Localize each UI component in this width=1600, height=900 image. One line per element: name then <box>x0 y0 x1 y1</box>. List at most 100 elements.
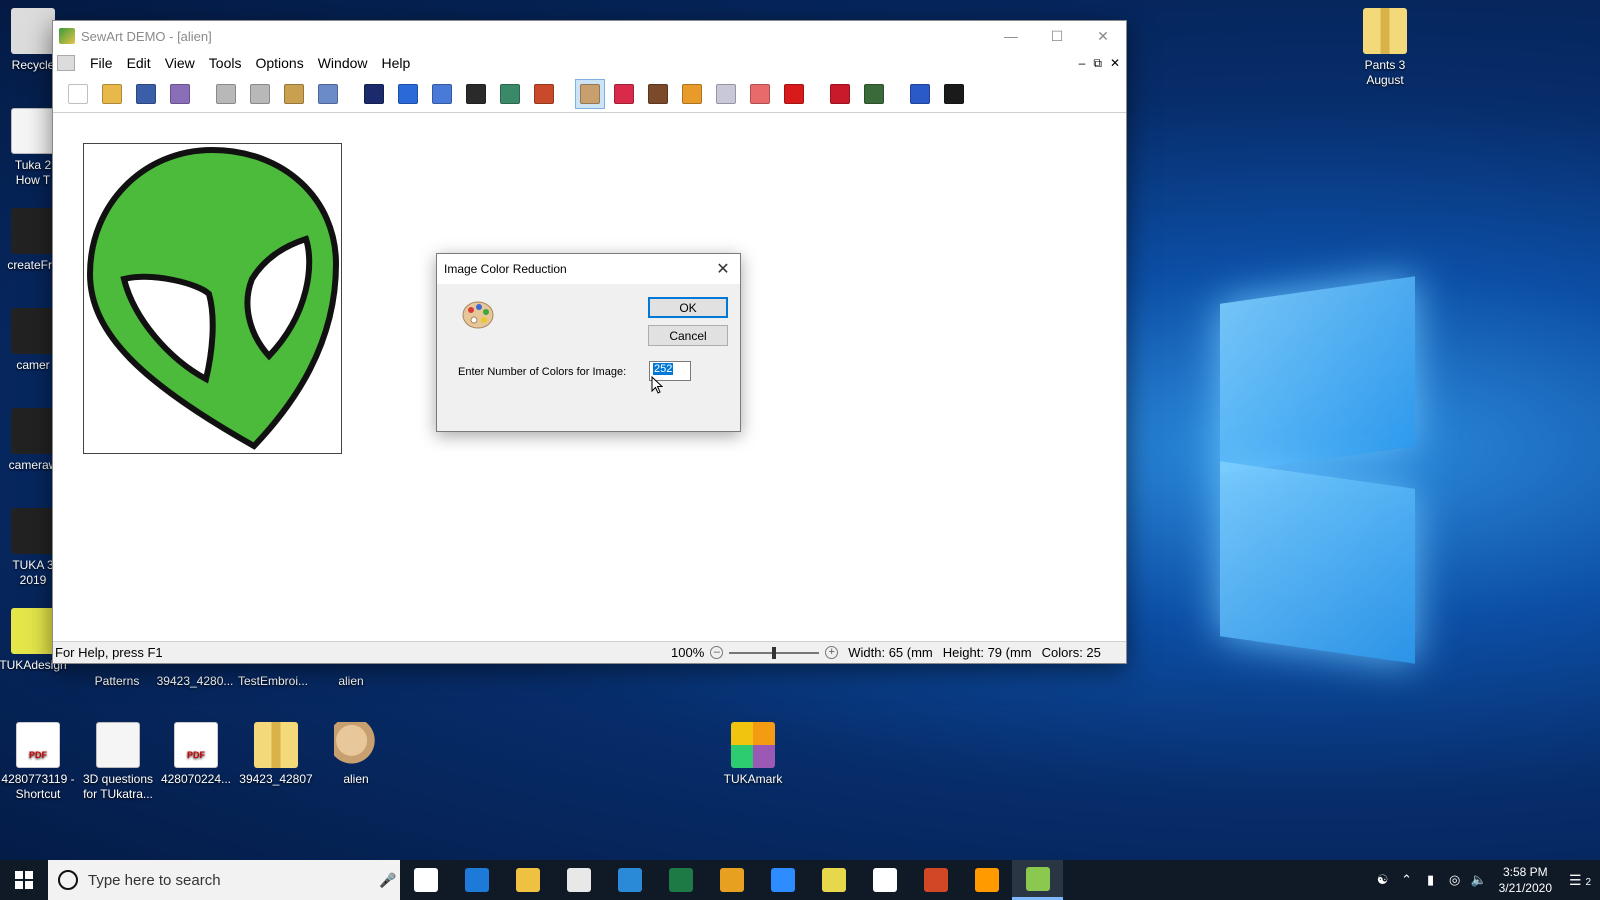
store-taskbar-button[interactable] <box>553 860 604 900</box>
network-icon[interactable]: ◎ <box>1443 872 1467 888</box>
edge-taskbar-button[interactable] <box>451 860 502 900</box>
desktop-icon-label[interactable]: alien <box>308 674 394 689</box>
task-view-icon <box>413 868 438 892</box>
minimize-button[interactable]: — <box>988 21 1034 51</box>
open-button[interactable] <box>97 79 127 109</box>
sew-icon <box>864 83 884 104</box>
flip-horizontal-button[interactable] <box>359 79 389 109</box>
menu-window[interactable]: Window <box>311 55 375 71</box>
tuka-taskbar-button[interactable] <box>808 860 859 900</box>
maximize-button[interactable]: ☐ <box>1034 21 1080 51</box>
desktop-icon[interactable]: TUKAmark <box>710 722 796 787</box>
resize-button[interactable] <box>427 79 457 109</box>
task-view-taskbar-button[interactable] <box>400 860 451 900</box>
new-button[interactable] <box>63 79 93 109</box>
volume-icon[interactable]: 🔈 <box>1467 872 1491 888</box>
doc-restore-button[interactable]: ⧉ <box>1093 56 1102 71</box>
alien-head-graphic <box>86 146 340 450</box>
list-button[interactable] <box>609 79 639 109</box>
desktop-icon[interactable]: alien <box>313 722 399 787</box>
clock[interactable]: 3:58 PM 3/21/2020 <box>1491 864 1560 896</box>
sewart-taskbar-button[interactable] <box>1012 860 1063 900</box>
save-button[interactable] <box>131 79 161 109</box>
document-icon[interactable] <box>57 55 75 71</box>
clock-time: 3:58 PM <box>1502 865 1548 879</box>
r-button[interactable] <box>825 79 855 109</box>
flip-vertical-button[interactable] <box>393 79 423 109</box>
zoom-slider-thumb[interactable] <box>772 646 777 659</box>
close-button[interactable]: ✕ <box>1080 21 1126 51</box>
desktop-icon[interactable]: Pants 3 August <box>1342 8 1428 88</box>
desktop-icon[interactable]: 428070224... <box>153 722 239 787</box>
color-reduce-button[interactable] <box>575 78 605 109</box>
dark-file-icon <box>11 208 55 254</box>
title-bar[interactable]: SewArt DEMO - [alien] — ☐ ✕ <box>53 21 1126 51</box>
dialog-title-bar[interactable]: Image Color Reduction ✕ <box>437 254 740 284</box>
battery-icon[interactable]: ▮ <box>1419 872 1443 888</box>
fill-button[interactable] <box>711 79 741 109</box>
save-as-button[interactable] <box>165 79 195 109</box>
desktop-icon[interactable]: 39423_42807 <box>233 722 319 787</box>
undo-button[interactable] <box>313 79 343 109</box>
menu-tools[interactable]: Tools <box>202 55 249 71</box>
document-window-controls: – ⧉ ✕ <box>1079 56 1126 71</box>
search-placeholder: Type here to search <box>88 871 221 889</box>
desktop-icon-label[interactable]: Patterns <box>74 674 160 689</box>
doc-file-icon <box>11 108 55 154</box>
eraser-button[interactable] <box>745 79 775 109</box>
people-icon[interactable]: ☯ <box>1371 872 1395 888</box>
menu-help[interactable]: Help <box>375 55 418 71</box>
palette-icon <box>462 301 494 329</box>
save-as-icon <box>170 83 190 104</box>
desktop-icon-label[interactable]: TestEmbroi... <box>230 674 316 689</box>
notifications-button[interactable]: ☰ 2 <box>1560 872 1600 889</box>
illustrator-taskbar-button[interactable] <box>961 860 1012 900</box>
crop-button[interactable] <box>461 79 491 109</box>
powerpoint-taskbar-button[interactable] <box>910 860 961 900</box>
cut-button[interactable] <box>211 79 241 109</box>
alien-image[interactable] <box>83 143 342 454</box>
ok-button[interactable]: OK <box>648 297 728 318</box>
start-button[interactable] <box>0 860 48 900</box>
zoom-out-button[interactable]: – <box>710 646 724 659</box>
dialog-close-button[interactable]: ✕ <box>706 259 740 279</box>
menu-file[interactable]: File <box>83 55 120 71</box>
menu-view[interactable]: View <box>158 55 202 71</box>
shapes-button[interactable] <box>779 79 809 109</box>
doc-minimize-button[interactable]: – <box>1079 56 1086 71</box>
chrome-taskbar-button[interactable] <box>706 860 757 900</box>
cancel-button[interactable]: Cancel <box>648 325 728 346</box>
line-icon <box>648 83 668 104</box>
settings-taskbar-button[interactable] <box>859 860 910 900</box>
paste-button[interactable] <box>279 79 309 109</box>
microphone-icon[interactable]: 🎤 <box>376 872 400 889</box>
context-help-button[interactable] <box>939 79 969 109</box>
pencil-button[interactable] <box>677 79 707 109</box>
menu-options[interactable]: Options <box>248 55 310 71</box>
menu-edit[interactable]: Edit <box>120 55 158 71</box>
yellow-file-icon <box>11 608 55 654</box>
help-button[interactable] <box>905 79 935 109</box>
doc-close-button[interactable]: ✕ <box>1110 56 1120 71</box>
shapes-icon <box>784 83 804 104</box>
desktop-icon[interactable]: 4280773119 - Shortcut <box>0 722 81 802</box>
pdf-file-icon <box>16 722 60 768</box>
sew-button[interactable] <box>859 79 889 109</box>
desktop-icon-label[interactable]: 39423_4280... <box>152 674 238 689</box>
new-icon <box>68 83 88 104</box>
r-icon <box>830 83 850 104</box>
excel-taskbar-button[interactable] <box>655 860 706 900</box>
zoom-taskbar-button[interactable] <box>757 860 808 900</box>
zoom-in-button[interactable]: + <box>825 646 839 659</box>
file-explorer-taskbar-button[interactable] <box>502 860 553 900</box>
excel-icon <box>668 868 693 892</box>
show-hidden-icons-icon[interactable]: ⌃ <box>1395 872 1419 888</box>
line-button[interactable] <box>643 79 673 109</box>
stamp-button[interactable] <box>495 79 525 109</box>
taskbar-search[interactable]: Type here to search 🎤 <box>48 860 400 900</box>
desktop-icon[interactable]: 3D questions for TUkatra... <box>75 722 161 802</box>
tools-button[interactable] <box>529 79 559 109</box>
copy-button[interactable] <box>245 79 275 109</box>
zoom-slider[interactable] <box>729 646 820 659</box>
mail-taskbar-button[interactable] <box>604 860 655 900</box>
